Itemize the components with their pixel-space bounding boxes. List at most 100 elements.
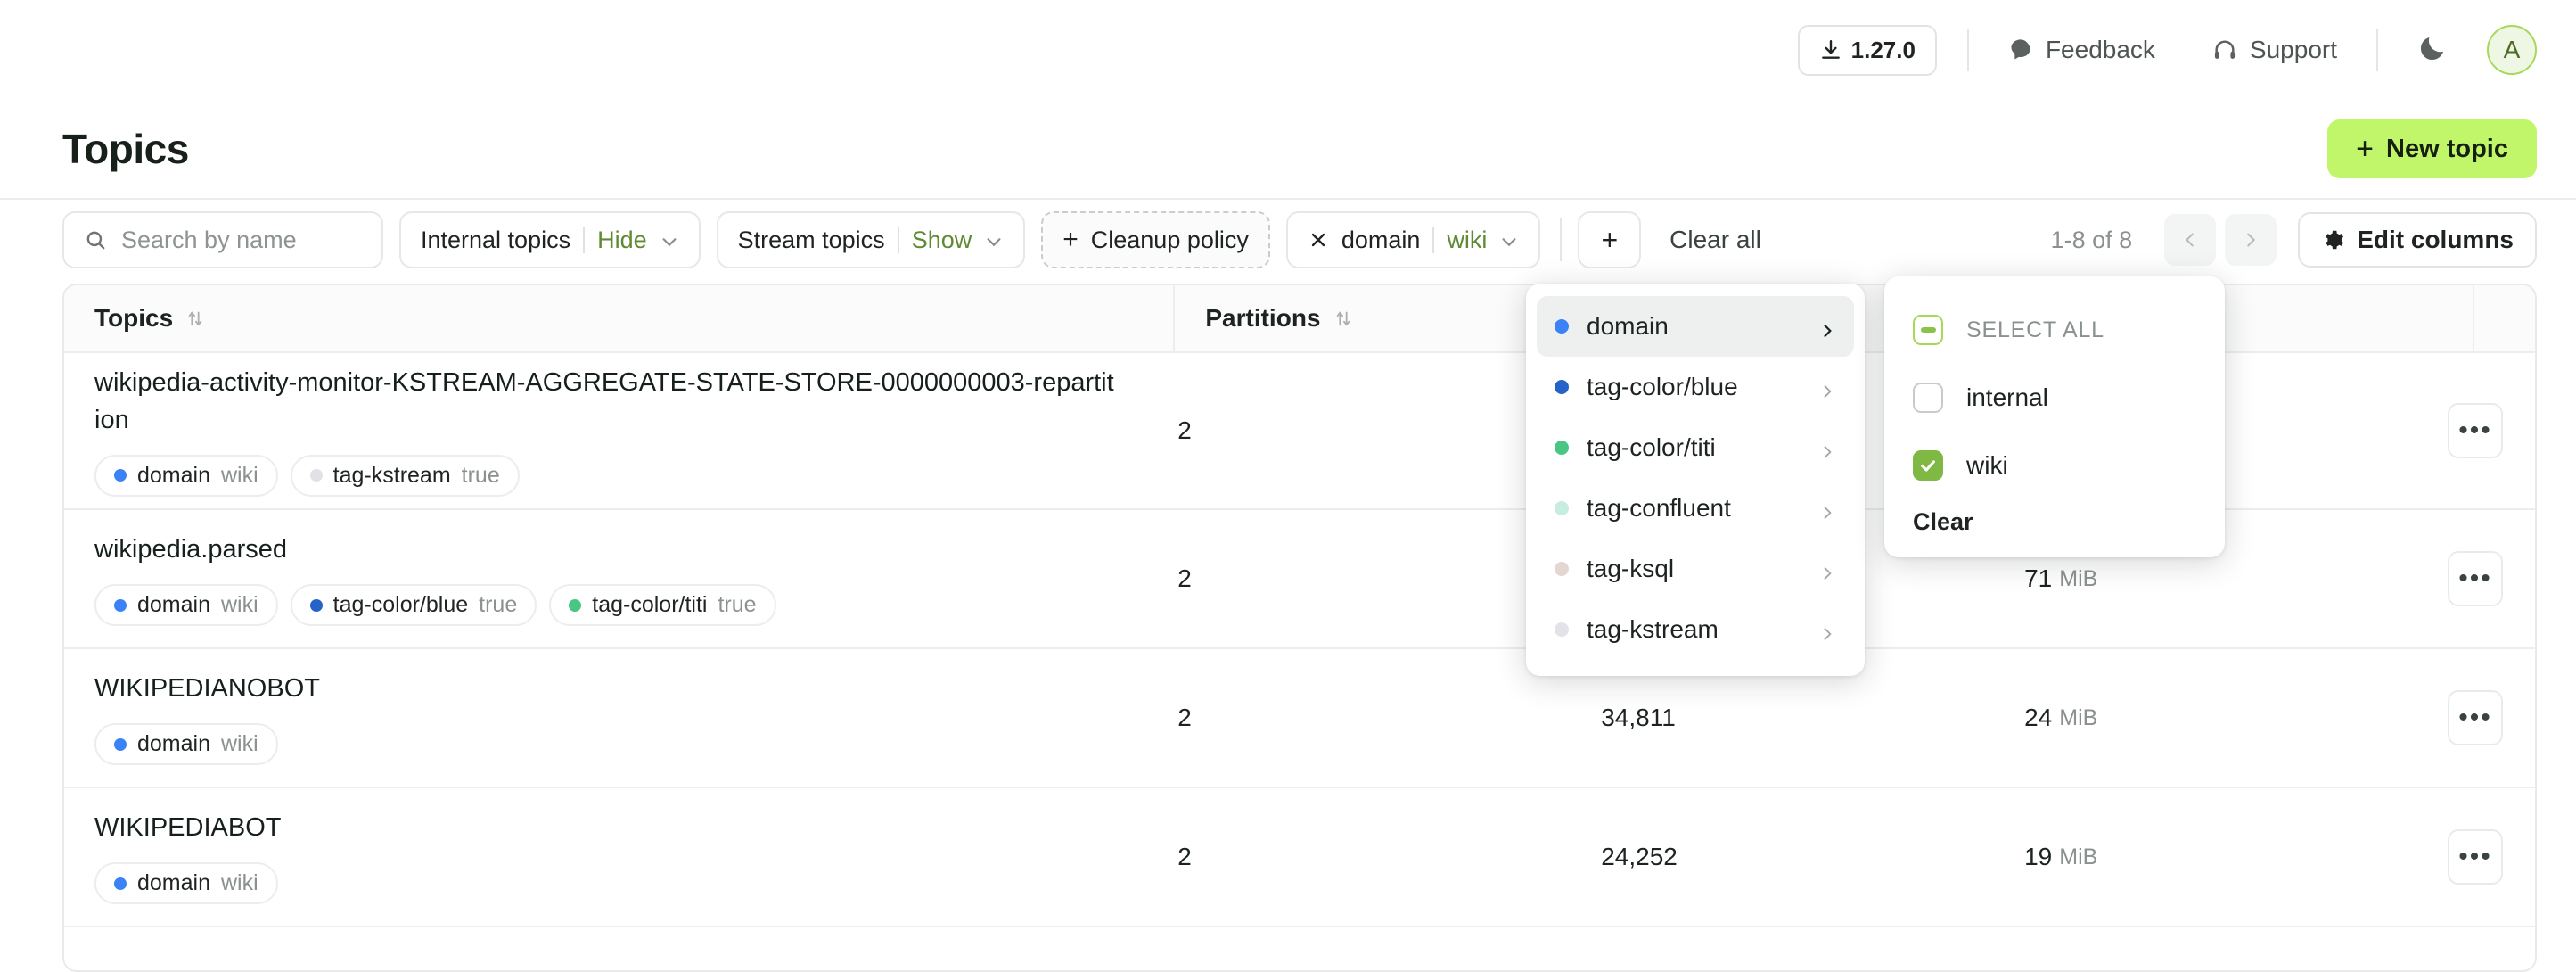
filter-stream-value: Show bbox=[911, 226, 972, 253]
chevron-right-icon bbox=[1818, 439, 1836, 458]
partitions-value: 2 bbox=[1177, 843, 1192, 870]
tag-menu-item-tag-color-blue[interactable]: tag-color/blue bbox=[1537, 357, 1854, 417]
tag-value: wiki bbox=[221, 592, 258, 618]
tag-chip[interactable]: domain wiki bbox=[94, 584, 278, 627]
feedback-link[interactable]: Feedback bbox=[1999, 29, 2164, 71]
checkbox-unchecked-icon[interactable] bbox=[1913, 383, 1943, 413]
tag-chip[interactable]: tag-color/blue true bbox=[290, 584, 537, 627]
edit-columns-button[interactable]: Edit columns bbox=[2298, 212, 2537, 268]
search-input[interactable] bbox=[121, 226, 362, 254]
value-option-wiki[interactable]: wiki bbox=[1895, 432, 2214, 499]
filter-stream-topics[interactable]: Stream topics Show bbox=[716, 211, 1026, 268]
tag-value: wiki bbox=[221, 731, 258, 757]
cell-topic[interactable] bbox=[64, 927, 1174, 970]
table-row[interactable]: WIKIPEDIABOT domain wiki 2 24,252 19 MiB bbox=[64, 788, 2535, 927]
tag-menu-item-tag-kstream[interactable]: tag-kstream bbox=[1537, 599, 1854, 660]
download-icon bbox=[1819, 38, 1842, 62]
cell-topic[interactable]: WIKIPEDIABOT domain wiki bbox=[64, 788, 1147, 926]
new-topic-label: New topic bbox=[2386, 134, 2508, 163]
tag-menu-item-domain[interactable]: domain bbox=[1537, 296, 1854, 357]
row-menu-button[interactable]: ••• bbox=[2448, 829, 2504, 885]
cell-topic[interactable]: WIKIPEDIANOBOT domain wiki bbox=[64, 649, 1147, 787]
sort-icon[interactable] bbox=[185, 308, 205, 329]
tag-key: domain bbox=[137, 462, 210, 488]
edit-columns-label: Edit columns bbox=[2357, 226, 2514, 253]
row-menu-button[interactable]: ••• bbox=[2448, 690, 2504, 745]
tag-menu-item-tag-color-titi[interactable]: tag-color/titi bbox=[1537, 417, 1854, 478]
prev-page-button[interactable] bbox=[2164, 214, 2217, 266]
cell-partitions: 2 bbox=[1147, 510, 1571, 647]
select-all-option[interactable]: SELECT ALL bbox=[1895, 296, 2214, 364]
cell-partitions: 2 bbox=[1147, 788, 1571, 926]
add-filter-button[interactable]: + bbox=[1578, 211, 1642, 268]
tag-value-dropdown: SELECT ALL internal wiki Clear bbox=[1884, 276, 2225, 557]
feedback-label: Feedback bbox=[2045, 36, 2155, 63]
search-box[interactable] bbox=[62, 211, 383, 268]
filter-domain[interactable]: domain wiki bbox=[1285, 211, 1541, 268]
tag-key: tag-color/blue bbox=[332, 592, 469, 618]
tag-chip[interactable]: tag-color/titi true bbox=[549, 584, 776, 627]
chevron-right-icon bbox=[2247, 233, 2256, 247]
filter-cleanup-policy[interactable]: + Cleanup policy bbox=[1041, 211, 1270, 268]
next-page-button[interactable] bbox=[2225, 214, 2277, 266]
tag-color-dot bbox=[1555, 380, 1569, 394]
cell-topic[interactable]: wikipedia.parsed domain wiki tag-color/b… bbox=[64, 510, 1147, 647]
version-label: 1.27.0 bbox=[1850, 36, 1916, 63]
size-value: 19 bbox=[2024, 843, 2053, 870]
tag-color-dot bbox=[1555, 562, 1569, 576]
tag-chip[interactable]: domain wiki bbox=[94, 454, 278, 497]
column-header-topics[interactable]: Topics bbox=[64, 285, 1176, 351]
tag-menu-item-tag-confluent[interactable]: tag-confluent bbox=[1537, 478, 1854, 539]
tag-color-dot bbox=[309, 469, 323, 482]
tag-list: domain wiki bbox=[94, 862, 278, 905]
filter-cleanup-label: Cleanup policy bbox=[1090, 226, 1249, 253]
chip-separator bbox=[897, 227, 899, 253]
clear-values-button[interactable]: Clear bbox=[1895, 499, 2214, 541]
tag-menu-item-tag-ksql[interactable]: tag-ksql bbox=[1537, 539, 1854, 599]
tag-chip[interactable]: domain wiki bbox=[94, 723, 278, 766]
version-button[interactable]: 1.27.0 bbox=[1797, 24, 1937, 76]
tag-key-dropdown: domain tag-color/blue tag-color/titi tag… bbox=[1526, 284, 1865, 676]
sort-icon[interactable] bbox=[1333, 308, 1353, 329]
cell-actions: ••• bbox=[2417, 510, 2535, 647]
column-label-partitions: Partitions bbox=[1205, 304, 1321, 332]
tag-key: domain bbox=[137, 731, 210, 757]
clear-all-button[interactable]: Clear all bbox=[1669, 226, 1761, 254]
avatar[interactable]: A bbox=[2487, 25, 2537, 75]
new-topic-button[interactable]: + New topic bbox=[2327, 119, 2537, 178]
support-link[interactable]: Support bbox=[2203, 29, 2346, 71]
tag-list: domain wiki tag-kstream true bbox=[94, 454, 520, 497]
cell-records: 24,252 bbox=[1571, 788, 1994, 926]
close-icon[interactable] bbox=[1308, 229, 1329, 251]
value-option-label: wiki bbox=[1966, 451, 2008, 479]
chevron-right-icon bbox=[1818, 621, 1836, 640]
tag-color-dot bbox=[114, 737, 127, 751]
tag-menu-label: tag-ksql bbox=[1587, 555, 1675, 582]
tag-menu-label: tag-confluent bbox=[1587, 494, 1731, 522]
topbar-divider-1 bbox=[1966, 29, 1969, 71]
tag-chip[interactable]: tag-kstream true bbox=[290, 454, 520, 497]
filter-internal-value: Hide bbox=[597, 226, 647, 253]
checkbox-checked-icon[interactable] bbox=[1913, 450, 1943, 481]
table-row[interactable] bbox=[64, 927, 2535, 970]
checkbox-indeterminate-icon[interactable] bbox=[1913, 315, 1943, 345]
value-option-label: internal bbox=[1966, 383, 2048, 411]
tag-chip[interactable]: domain wiki bbox=[94, 862, 278, 905]
theme-toggle-button[interactable] bbox=[2408, 26, 2457, 74]
filter-stream-label: Stream topics bbox=[737, 226, 885, 253]
tag-value: wiki bbox=[221, 870, 258, 896]
value-option-internal[interactable]: internal bbox=[1895, 364, 2214, 432]
chevron-right-icon bbox=[1818, 317, 1836, 337]
tag-key: tag-color/titi bbox=[592, 592, 708, 618]
filter-internal-topics[interactable]: Internal topics Hide bbox=[399, 211, 701, 268]
cell-partitions bbox=[1174, 927, 1607, 970]
tag-value: wiki bbox=[221, 462, 258, 488]
table-row[interactable]: WIKIPEDIANOBOT domain wiki 2 34,811 24 M… bbox=[64, 649, 2535, 788]
cell-actions: ••• bbox=[2417, 649, 2535, 787]
tag-value: true bbox=[718, 592, 757, 618]
tag-value: true bbox=[461, 462, 500, 488]
row-menu-button[interactable]: ••• bbox=[2448, 551, 2504, 606]
size-unit: MiB bbox=[2059, 844, 2098, 869]
row-menu-button[interactable]: ••• bbox=[2448, 403, 2504, 458]
cell-topic[interactable]: wikipedia-activity-monitor-KSTREAM-AGGRE… bbox=[64, 353, 1147, 508]
